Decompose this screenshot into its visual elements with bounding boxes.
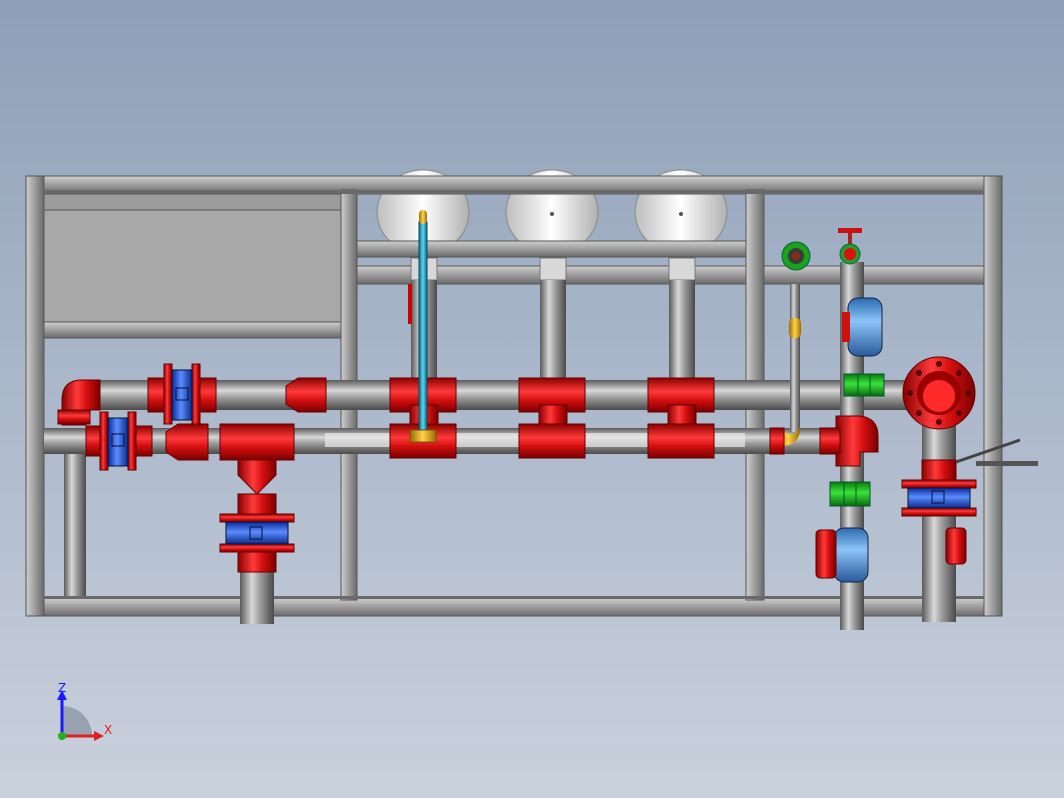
- lower-tee-3: [647, 423, 715, 459]
- lower-flanged-valve: [85, 411, 153, 471]
- left-drop-pipe: [64, 448, 86, 598]
- right-elbow: [819, 415, 879, 467]
- inlet-flange: [902, 356, 976, 430]
- z-axis-label: Z: [58, 681, 66, 695]
- ball-valve-lower: [815, 527, 869, 583]
- outlet-flanged-valve: [219, 513, 295, 553]
- upper-header-pipe: [98, 380, 908, 410]
- x-axis-label: X: [104, 723, 112, 737]
- needle-valve: [781, 241, 811, 271]
- upper-tee-3: [647, 377, 715, 426]
- upper-reducer: [285, 377, 327, 413]
- upper-tee-2: [518, 377, 586, 426]
- cad-viewport[interactable]: Z X: [0, 0, 1064, 798]
- control-panel-box: [43, 193, 342, 339]
- union-lower: [829, 481, 871, 507]
- lower-outlet-tee: [219, 423, 295, 495]
- upper-left-elbow: [57, 379, 101, 426]
- lower-tee-2: [518, 423, 586, 459]
- union-upper: [843, 373, 885, 397]
- ball-valve-upper: [842, 297, 883, 357]
- axis-triad: Z X: [57, 681, 112, 741]
- skid-assembly-drawing: Z X: [25, 169, 1038, 741]
- lower-reducer: [165, 423, 209, 461]
- globe-valve-handle: [838, 228, 862, 265]
- main-flanged-valve: [901, 479, 977, 517]
- upper-flanged-valve: [147, 363, 217, 425]
